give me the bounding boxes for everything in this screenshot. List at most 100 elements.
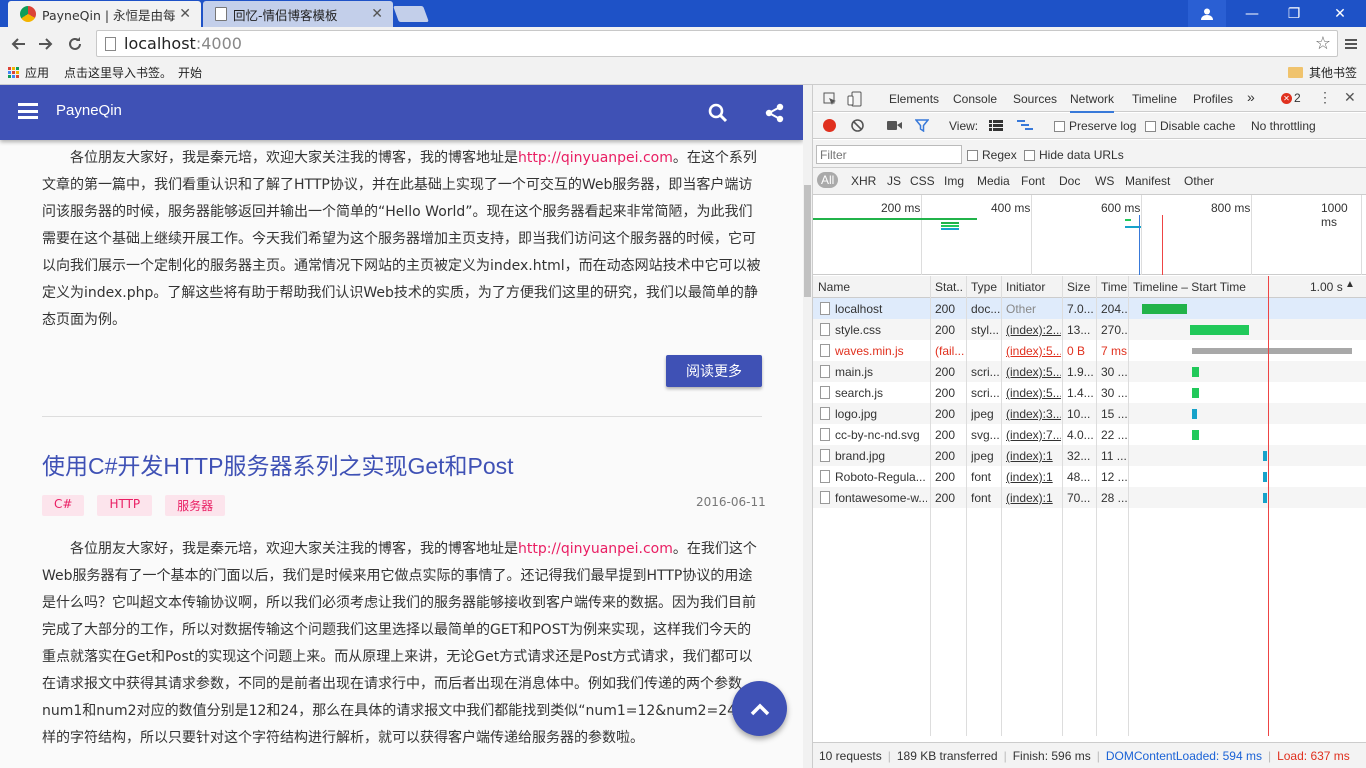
clear-icon[interactable] [851,119,864,132]
col-timeline[interactable]: Timeline – Start Time [1133,280,1246,294]
back-to-top-button[interactable] [732,681,787,736]
cell-initiator[interactable]: (index):1 [1006,449,1061,463]
blog-link[interactable]: http://qinyuanpei.com [518,150,673,166]
tab-memory-template[interactable]: 回忆-情侣博客模板 ✕ [203,1,393,27]
type-filter-7[interactable]: Doc [1059,174,1080,188]
reload-button[interactable] [62,31,88,57]
share-icon[interactable] [765,103,784,123]
cell-initiator[interactable]: Other [1006,302,1061,316]
timing-bar [1192,388,1199,398]
tab-profiles[interactable]: Profiles [1193,92,1233,106]
star-icon[interactable]: ☆ [1315,33,1331,54]
site-brand[interactable]: PayneQin [56,102,122,119]
cell-status: 200 [935,365,956,379]
more-tabs-icon[interactable]: » [1247,89,1255,105]
device-mode-icon[interactable] [847,91,863,107]
col-time[interactable]: Time [1101,280,1127,294]
close-tab-icon[interactable]: ✕ [371,6,383,22]
list-view-icon[interactable] [989,120,1003,131]
request-row[interactable]: fontawesome-w... 200 font (index):1 70... 28 … [813,487,1366,508]
cell-initiator[interactable]: (index):5... [1006,365,1061,379]
menu-icon[interactable] [18,103,38,119]
post-title[interactable]: 使用C#开发HTTP服务器系列之实现Get和Post [42,447,514,481]
record-icon[interactable] [823,119,836,132]
request-row[interactable]: logo.jpg 200 jpeg (index):3... 10... 15 ... [813,403,1366,424]
restore-button[interactable]: ❐ [1274,0,1314,27]
cell-initiator[interactable]: (index):5... [1006,386,1061,400]
sort-up-icon[interactable]: ▲ [1345,279,1355,290]
address-bar[interactable]: localhost:4000 ☆ [96,30,1338,57]
close-devtools-icon[interactable]: ✕ [1344,89,1356,106]
tab-elements[interactable]: Elements [889,92,939,106]
request-row[interactable]: search.js 200 scri... (index):5... 1.4... 30 … [813,382,1366,403]
tab-timeline[interactable]: Timeline [1132,92,1177,106]
request-row[interactable]: cc-by-nc-nd.svg 200 svg... (index):7... 4.0.… [813,424,1366,445]
tab-network[interactable]: Network [1070,92,1115,113]
cell-initiator[interactable]: (index):1 [1006,470,1061,484]
tag-csharp[interactable]: C# [42,495,85,516]
filter-input[interactable] [816,145,962,164]
type-filter-6[interactable]: Font [1021,174,1045,188]
cell-status: 200 [935,470,956,484]
tag-http[interactable]: HTTP [97,495,153,516]
read-more-button[interactable]: 阅读更多 [666,355,762,387]
tab-console[interactable]: Console [953,92,997,106]
filter-icon[interactable] [915,119,929,132]
tab-payneqin[interactable]: PayneQin | 永恒是由每一 ✕ [8,1,201,27]
close-window-button[interactable]: ✕ [1320,0,1360,27]
type-filter-10[interactable]: Other [1184,174,1214,188]
col-status[interactable]: Stat.. [935,280,963,294]
preserve-log-checkbox[interactable]: Preserve log [1054,119,1136,133]
cell-initiator[interactable]: (index):7... [1006,428,1061,442]
cell-initiator[interactable]: (index):2... [1006,323,1061,337]
type-filter-9[interactable]: Manifest [1125,174,1170,188]
type-filter-5[interactable]: Media [977,174,1010,188]
bookmark-import[interactable]: 点击这里导入书签。 [64,64,172,81]
blog-link[interactable]: http://qinyuanpei.com [518,541,673,557]
col-type[interactable]: Type [971,280,997,294]
waterfall-view-icon[interactable] [1017,120,1033,131]
request-row[interactable]: localhost 200 doc... Other 7.0... 204... [813,298,1366,319]
tag-server[interactable]: 服务器 [165,495,226,516]
request-row[interactable]: Roboto-Regula... 200 font (index):1 48... 12 … [813,466,1366,487]
user-icon[interactable] [1188,0,1226,27]
type-filter-3[interactable]: CSS [910,174,935,188]
new-tab-button[interactable] [393,6,429,22]
cell-initiator[interactable]: (index):1 [1006,491,1061,505]
col-name[interactable]: Name [818,280,850,294]
request-row[interactable]: waves.min.js (fail... (index):5... 0 B 7 ms [813,340,1366,361]
cell-initiator[interactable]: (index):5... [1006,344,1061,358]
close-tab-icon[interactable]: ✕ [179,6,191,22]
error-counter[interactable]: ✕ 2 [1281,91,1301,105]
request-row[interactable]: style.css 200 styl... (index):2... 13... 270.… [813,319,1366,340]
cell-time: 30 ... [1101,386,1128,400]
tab-sources[interactable]: Sources [1013,92,1057,106]
minimize-button[interactable]: — [1232,0,1272,27]
inspect-element-icon[interactable] [823,92,837,106]
back-button[interactable] [5,31,31,57]
type-filter-4[interactable]: Img [944,174,964,188]
type-filter-1[interactable]: XHR [851,174,876,188]
scrollbar-thumb[interactable] [804,185,811,297]
bookmark-start[interactable]: 开始 [178,64,202,81]
col-initiator[interactable]: Initiator [1006,280,1045,294]
type-filter-8[interactable]: WS [1095,174,1114,188]
video-camera-icon[interactable] [887,120,902,131]
forward-button[interactable] [33,31,59,57]
cell-initiator[interactable]: (index):3... [1006,407,1061,421]
request-row[interactable]: main.js 200 scri... (index):5... 1.9... 30 ..… [813,361,1366,382]
hide-data-urls-checkbox[interactable]: Hide data URLs [1024,148,1124,162]
regex-checkbox[interactable]: Regex [967,148,1017,162]
col-size[interactable]: Size [1067,280,1090,294]
type-filter-0[interactable]: All [817,172,839,188]
search-icon[interactable] [708,103,728,123]
bookmark-apps[interactable]: 应用 [8,64,49,81]
type-filter-2[interactable]: JS [887,174,901,188]
request-row[interactable]: brand.jpg 200 jpeg (index):1 32... 11 ... [813,445,1366,466]
chrome-menu-button[interactable] [1338,31,1364,57]
throttling-select[interactable]: No throttling [1251,119,1316,133]
disable-cache-checkbox[interactable]: Disable cache [1145,119,1235,133]
page-scrollbar[interactable] [803,85,812,768]
devtools-menu-icon[interactable]: ⋮ [1318,89,1332,106]
bookmark-other[interactable]: 其他书签 [1288,64,1357,81]
